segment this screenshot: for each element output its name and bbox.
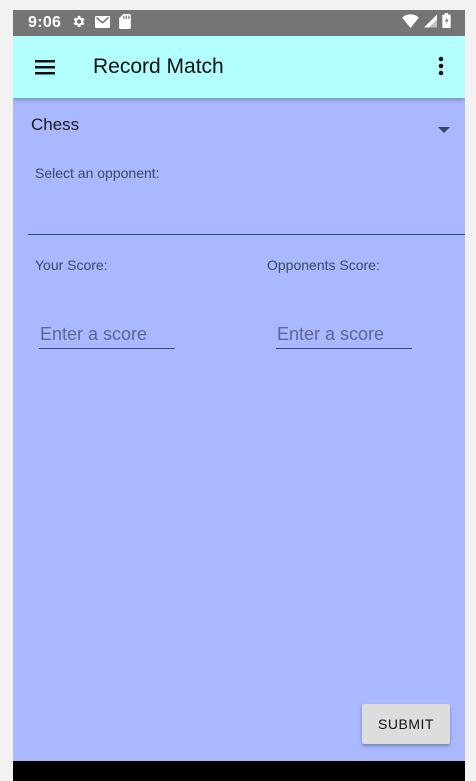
opponent-input[interactable] <box>28 192 465 235</box>
wifi-icon <box>402 13 419 33</box>
app-bar: Record Match <box>13 36 465 98</box>
page-title: Record Match <box>93 55 224 78</box>
mail-icon <box>95 15 110 33</box>
more-vert-icon[interactable] <box>429 52 453 80</box>
hamburger-menu-icon[interactable] <box>31 53 59 81</box>
signal-icon <box>424 14 437 33</box>
submit-button[interactable]: SUBMIT <box>362 704 450 744</box>
status-bar: 9:06 <box>13 10 465 36</box>
game-select-dropdown[interactable]: Chess <box>31 110 451 140</box>
your-score-input[interactable] <box>39 320 175 349</box>
sd-card-icon <box>119 13 131 34</box>
dropdown-arrow-icon <box>437 121 451 133</box>
battery-icon <box>442 13 451 33</box>
navigation-bar <box>13 761 465 781</box>
your-score-label: Your Score: <box>35 257 108 273</box>
game-select-value: Chess <box>31 115 80 134</box>
opponent-score-input[interactable] <box>276 320 412 349</box>
opponent-score-label: Opponents Score: <box>267 257 380 273</box>
status-icons-right <box>402 13 451 33</box>
phone-screen: 9:06 Record Match Chess Select an oppone… <box>13 10 465 781</box>
status-icons-left <box>71 13 131 34</box>
opponent-label: Select an opponent: <box>35 165 160 181</box>
gear-icon <box>71 14 86 34</box>
status-time: 9:06 <box>28 14 62 31</box>
